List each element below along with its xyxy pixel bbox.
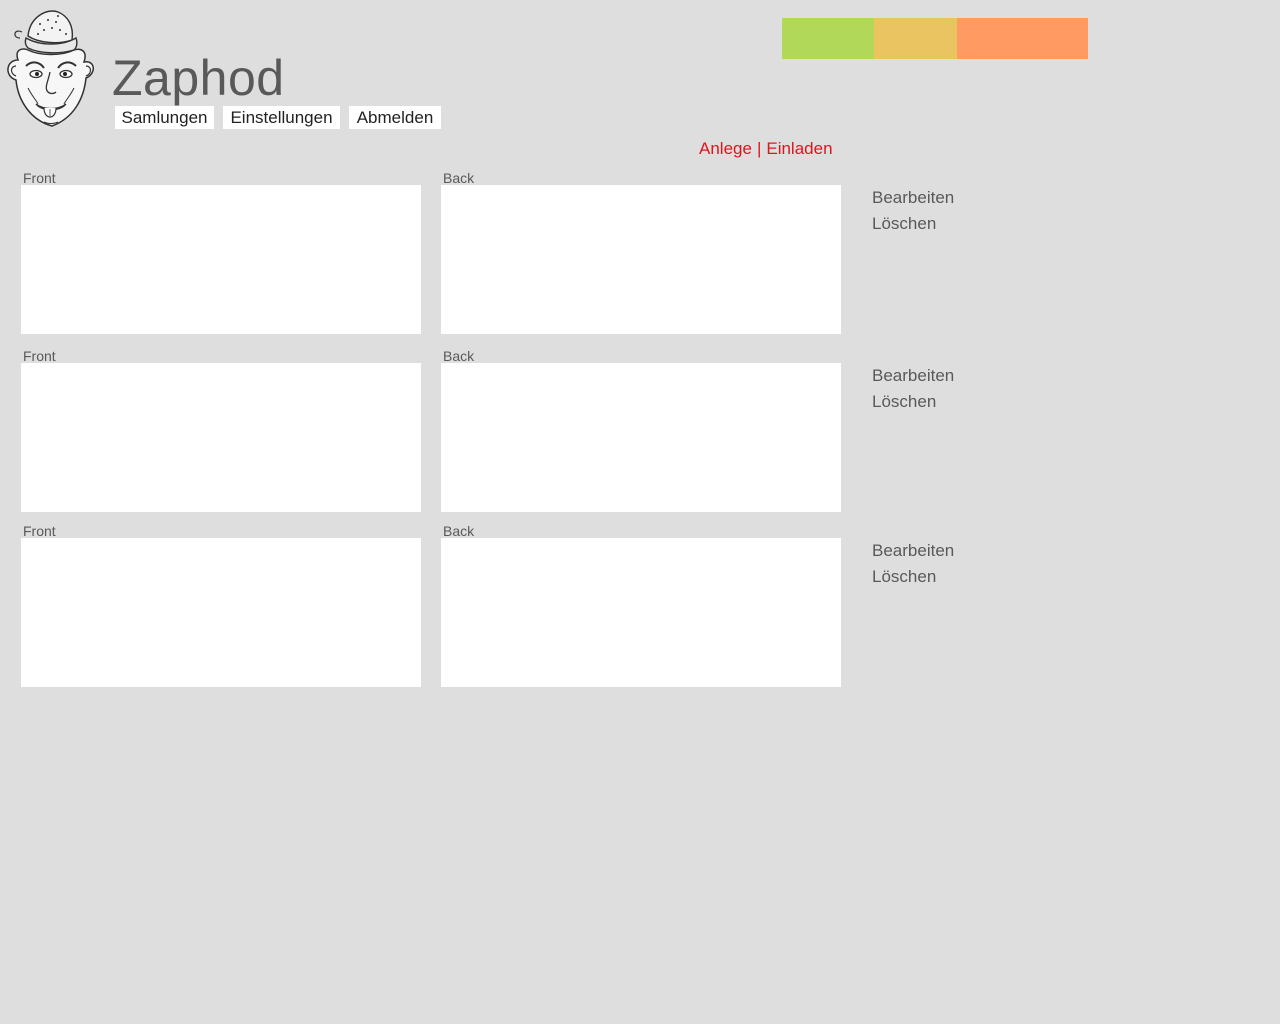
nav-settings-button[interactable]: Einstellungen [223, 106, 340, 129]
front-label: Front [23, 523, 56, 539]
edit-link[interactable]: Bearbeiten [872, 187, 954, 209]
card-row: Front Back Bearbeiten Löschen [0, 348, 1280, 526]
back-label: Back [443, 348, 475, 364]
edit-link[interactable]: Bearbeiten [872, 540, 954, 562]
delete-link[interactable]: Löschen [872, 391, 936, 413]
edit-link[interactable]: Bearbeiten [872, 365, 954, 387]
card-front-panel[interactable] [21, 185, 421, 334]
status-segment [957, 18, 1088, 59]
back-label: Back [443, 170, 475, 186]
delete-link[interactable]: Löschen [872, 566, 936, 588]
page: Zaphod Samlungen Einstellungen Abmelden … [0, 0, 1280, 1024]
status-bar [782, 18, 1088, 59]
card-back-panel[interactable] [441, 185, 841, 334]
status-segment [782, 18, 874, 59]
cartoon-face-logo-icon [7, 10, 94, 127]
invite-link[interactable]: Einladen [766, 139, 832, 158]
top-actions: Anlege | Einladen [699, 138, 833, 160]
create-link[interactable]: Anlege [699, 139, 752, 158]
delete-link[interactable]: Löschen [872, 213, 936, 235]
app-title: Zaphod [112, 50, 285, 106]
card-front-panel[interactable] [21, 363, 421, 512]
actions-separator: | [756, 139, 762, 158]
card-front-panel[interactable] [21, 538, 421, 687]
nav-logout-button[interactable]: Abmelden [349, 106, 441, 129]
card-row: Front Back Bearbeiten Löschen [0, 523, 1280, 701]
card-back-panel[interactable] [441, 363, 841, 512]
status-segment [874, 18, 957, 59]
card-row: Front Back Bearbeiten Löschen [0, 170, 1280, 348]
back-label: Back [443, 523, 475, 539]
front-label: Front [23, 348, 56, 364]
card-back-panel[interactable] [441, 538, 841, 687]
nav-collections-button[interactable]: Samlungen [115, 106, 214, 129]
front-label: Front [23, 170, 56, 186]
